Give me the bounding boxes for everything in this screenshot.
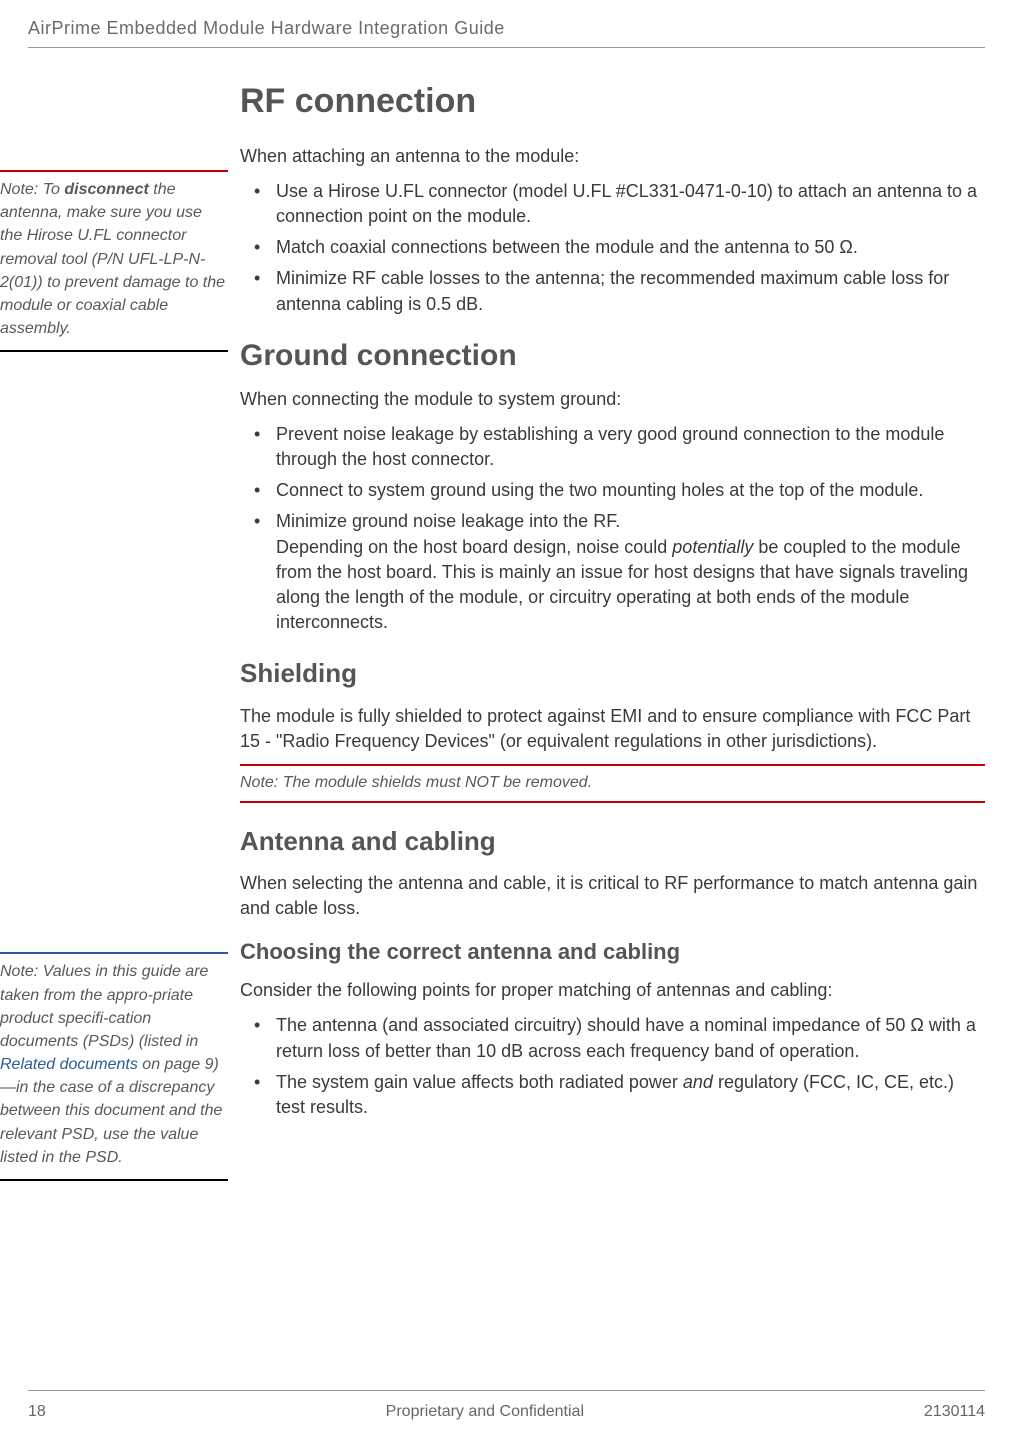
heading-ground-connection: Ground connection [240, 335, 985, 377]
list-item: Prevent noise leakage by establishing a … [240, 422, 985, 472]
bullet-text: Prevent noise leakage by establishing a … [276, 424, 944, 469]
ground-intro: When connecting the module to system gro… [240, 387, 985, 412]
doc-title: AirPrime Embedded Module Hardware Integr… [28, 18, 505, 38]
footer-docid: 2130114 [924, 1403, 985, 1421]
sidebar: Note: To disconnect the antenna, make su… [0, 70, 240, 1205]
bullet-text: The system gain value affects both radia… [276, 1072, 683, 1092]
note-text: Note: To [0, 181, 64, 198]
note-bold: disconnect [64, 181, 148, 198]
page-number: 18 [28, 1403, 46, 1421]
rf-intro: When attaching an antenna to the module: [240, 144, 985, 169]
page-body: Note: To disconnect the antenna, make su… [0, 60, 1013, 1205]
list-item: Use a Hirose U.FL connector (model U.FL … [240, 179, 985, 229]
sidenote-psd: Note: Values in this guide are taken fro… [0, 952, 228, 1181]
list-item: Connect to system ground using the two m… [240, 478, 985, 503]
heading-antenna-cabling: Antenna and cabling [240, 823, 985, 859]
bullet-text: Match coaxial connections between the mo… [276, 237, 858, 257]
footer-center: Proprietary and Confidential [386, 1403, 584, 1421]
bullet-text: Connect to system ground using the two m… [276, 480, 923, 500]
note-text: Note: Values in this guide are taken fro… [0, 963, 208, 1050]
list-item: The antenna (and associated circuitry) s… [240, 1013, 985, 1063]
heading-rf-connection: RF connection [240, 78, 985, 126]
note-text: the antenna, make sure you use the Hiros… [0, 181, 225, 337]
related-documents-link[interactable]: Related documents [0, 1056, 138, 1073]
bullet-text: Depending on the host board design, nois… [276, 537, 672, 557]
bullet-text: Use a Hirose U.FL connector (model U.FL … [276, 181, 977, 226]
spacer [0, 70, 228, 170]
rf-bullets: Use a Hirose U.FL connector (model U.FL … [240, 179, 985, 317]
footer: 18 Proprietary and Confidential 2130114 [28, 1390, 985, 1421]
list-item: Match coaxial connections between the mo… [240, 235, 985, 260]
shielding-para: The module is fully shielded to protect … [240, 704, 985, 754]
note-text: Note: The module shields must NOT be rem… [240, 774, 592, 791]
bullet-text: Minimize RF cable losses to the antenna;… [276, 268, 949, 313]
ground-bullets: Prevent noise leakage by establishing a … [240, 422, 985, 636]
antenna-para: When selecting the antenna and cable, it… [240, 871, 985, 921]
italic-text: and [683, 1072, 713, 1092]
inline-note-shields: Note: The module shields must NOT be rem… [240, 764, 985, 802]
heading-choosing-antenna: Choosing the correct antenna and cabling [240, 937, 985, 968]
sidenote-disconnect: Note: To disconnect the antenna, make su… [0, 170, 228, 352]
list-item: The system gain value affects both radia… [240, 1070, 985, 1120]
antenna-bullets: The antenna (and associated circuitry) s… [240, 1013, 985, 1120]
bullet-text: The antenna (and associated circuitry) s… [276, 1015, 976, 1060]
antenna-subintro: Consider the following points for proper… [240, 978, 985, 1003]
list-item: Minimize ground noise leakage into the R… [240, 509, 985, 635]
main-content: RF connection When attaching an antenna … [240, 70, 985, 1205]
running-header: AirPrime Embedded Module Hardware Integr… [28, 0, 985, 48]
heading-shielding: Shielding [240, 655, 985, 691]
list-item: Minimize RF cable losses to the antenna;… [240, 266, 985, 316]
spacer [0, 376, 228, 952]
bullet-text: Minimize ground noise leakage into the R… [276, 511, 620, 531]
italic-text: potentially [672, 537, 753, 557]
